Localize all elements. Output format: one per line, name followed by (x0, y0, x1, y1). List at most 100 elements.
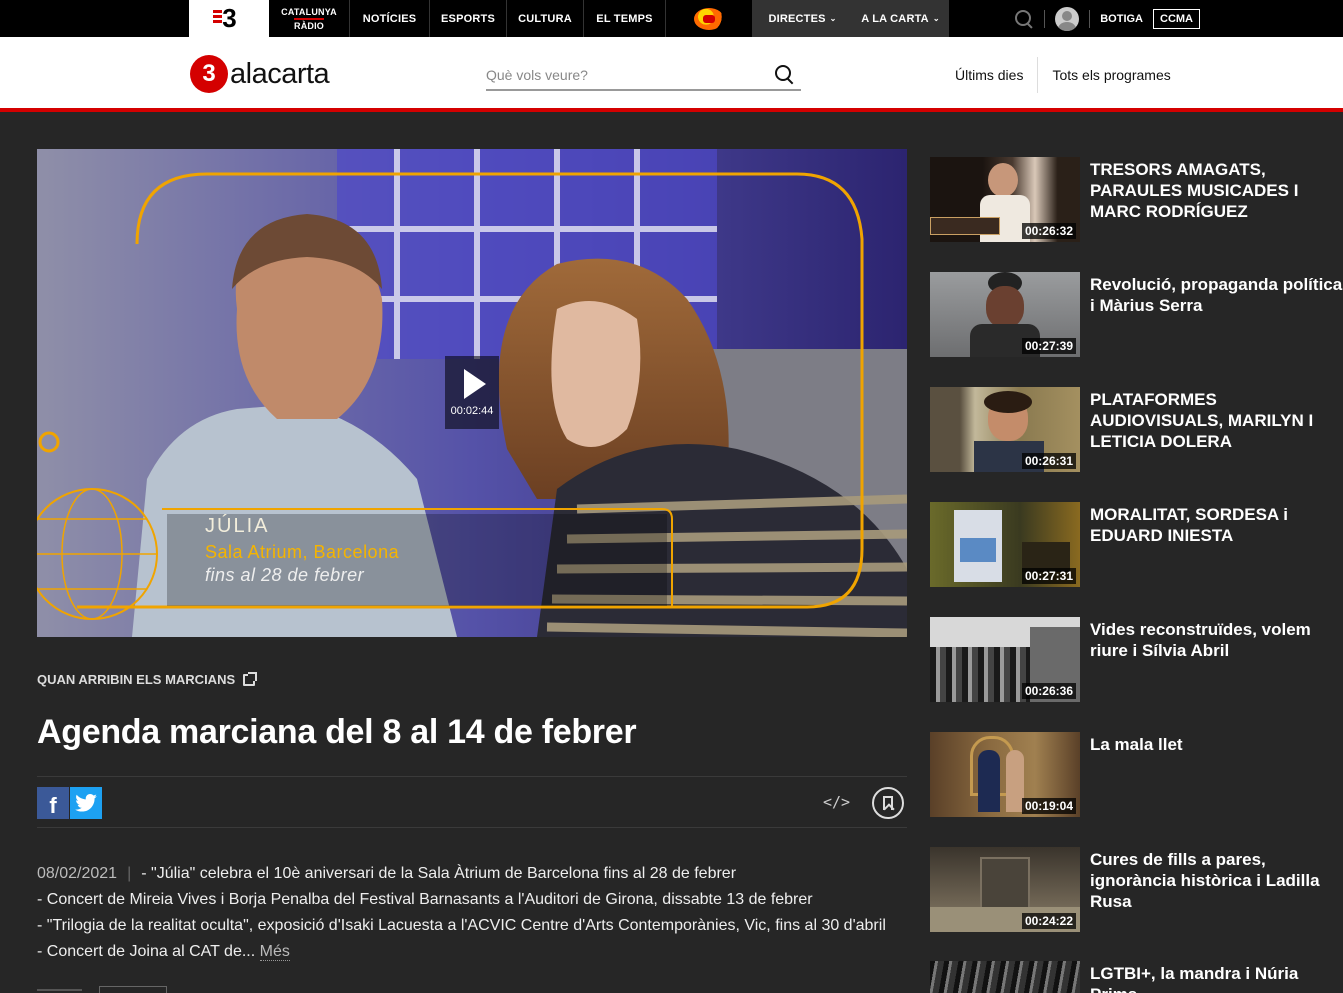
overlay-dates: fins al 28 de febrer (205, 565, 365, 585)
user-avatar-icon[interactable] (1055, 6, 1080, 31)
tags-label-placeholder (37, 989, 82, 991)
chevron-down-icon: ⌄ (932, 14, 940, 23)
alacarta-logo-text: alacarta (230, 57, 330, 90)
related-video-item[interactable]: 00:19:04 La mala llet (930, 732, 1343, 817)
related-video-title: PLATAFORMES AUDIOVISUALS, MARILYN I LETI… (1090, 390, 1314, 451)
a-la-carta-label: A LA CARTA (861, 12, 929, 25)
related-video-title: Vides reconstruïdes, volem riure i Sílvi… (1090, 620, 1311, 660)
tv3-logo-bars (213, 10, 222, 25)
divider (1044, 9, 1046, 28)
alacarta-logo-circle: 3 (190, 55, 228, 93)
search-icon[interactable] (775, 65, 795, 85)
related-video-item[interactable]: 00:26:32 TRESORS AMAGATS, PARAULES MUSIC… (930, 157, 1343, 242)
thumbnail-duration: 00:26:31 (1021, 453, 1076, 469)
nav-tots-els-programes[interactable]: Tots els programes (1052, 67, 1170, 83)
related-video-title: LGTBI+, la mandra i Núria Prims (1090, 964, 1299, 993)
embed-code-button[interactable]: </> (823, 793, 850, 811)
catalunya-radio-link[interactable]: CATALUNYA RÀDIO (269, 0, 350, 37)
video-thumbnail: 00:26:36 (930, 617, 1080, 702)
overlay-place: Sala Atrium, Barcelona (205, 542, 400, 562)
thumbnail-duration: 00:26:32 (1021, 223, 1076, 239)
related-video-title: La mala llet (1090, 735, 1183, 754)
related-video-title: Cures de fills a pares, ignorància histò… (1090, 850, 1320, 911)
tv3-logo-number: 3 (222, 3, 237, 33)
radio-label-top: CATALUNYA (281, 6, 337, 17)
divider (1089, 9, 1091, 28)
play-button[interactable]: 00:02:44 (445, 356, 499, 429)
description-line: 08/02/2021 | - "Júlia" celebra el 10è aniv… (37, 861, 907, 887)
divider (1037, 57, 1039, 93)
thumbnail-duration: 00:26:36 (1021, 683, 1076, 699)
thumbnail-duration: 00:27:31 (1021, 568, 1076, 584)
botiga-link[interactable]: BOTIGA (1100, 13, 1143, 25)
description-line: - Concert de Mireia Vives i Borja Penalb… (37, 891, 813, 908)
super3-logo-icon (694, 7, 724, 30)
facebook-share-button[interactable]: f (37, 787, 69, 819)
program-name: QUAN ARRIBIN ELS MARCIANS (37, 672, 236, 687)
video-title: Agenda marciana del 8 al 14 de febrer (37, 713, 637, 751)
ccma-link[interactable]: CCMA (1153, 8, 1200, 29)
search-icon[interactable] (1014, 9, 1034, 29)
alacarta-logo[interactable]: 3 alacarta (190, 55, 330, 93)
thumbnail-duration: 00:24:22 (1021, 913, 1076, 929)
related-video-title: TRESORS AMAGATS, PARAULES MUSICADES I MA… (1090, 160, 1299, 221)
related-video-item[interactable]: 00:24:22 Cures de fills a pares, ignoràn… (930, 847, 1343, 932)
directes-label: DIRECTES (768, 12, 826, 25)
top-navigation-bar: 3 CATALUNYA RÀDIO NOTÍCIES ESPORTS CULTU… (0, 0, 1343, 37)
video-thumbnail: 00:27:31 (930, 502, 1080, 587)
related-video-item[interactable]: 00:26:31 PLATAFORMES AUDIOVISUALS, MARIL… (930, 387, 1343, 472)
search-box (486, 61, 801, 91)
nav-directes[interactable]: DIRECTES ⌄ (753, 0, 853, 37)
nav-esports[interactable]: ESPORTS (430, 0, 507, 37)
video-player[interactable]: JÚLIA Sala Atrium, Barcelona fins al 28 … (37, 149, 907, 637)
related-video-item[interactable]: LGTBI+, la mandra i Núria Prims (930, 961, 1343, 993)
chevron-down-icon: ⌄ (829, 14, 837, 23)
radio-label-bottom: RÀDIO (294, 17, 324, 31)
divider: | (127, 865, 132, 882)
nav-a-la-carta[interactable]: A LA CARTA ⌄ (853, 0, 949, 37)
twitter-share-button[interactable] (70, 787, 102, 819)
related-video-title: MORALITAT, SORDESA i EDUARD INIESTA (1090, 505, 1289, 545)
tag-chip[interactable] (99, 986, 167, 993)
video-duration: 00:02:44 (450, 404, 494, 417)
program-link[interactable]: QUAN ARRIBIN ELS MARCIANS (37, 671, 258, 687)
description-line: - Concert de Joina al CAT de... Més (37, 939, 907, 965)
overlay-name: JÚLIA (205, 515, 270, 537)
related-video-item[interactable]: 00:27:39 Revolució, propaganda política … (930, 272, 1343, 357)
video-thumbnail: 00:26:31 (930, 387, 1080, 472)
description-text: - "Júlia" celebra el 10è aniversari de l… (141, 865, 737, 882)
video-thumbnail (930, 961, 1080, 993)
play-icon (464, 368, 486, 399)
search-input[interactable] (486, 67, 766, 83)
alacarta-header: 3 alacarta Últims dies Tots els programe… (0, 37, 1343, 112)
top-right-tools: BOTIGA CCMA (1014, 0, 1200, 37)
video-thumbnail: 00:19:04 (930, 732, 1080, 817)
top-nav-links: CATALUNYA RÀDIO NOTÍCIES ESPORTS CULTURA… (269, 0, 949, 37)
bookmark-button[interactable] (872, 787, 904, 819)
video-thumbnail: 00:26:32 (930, 157, 1080, 242)
video-thumbnail: 00:27:39 (930, 272, 1080, 357)
publish-date: 08/02/2021 (37, 865, 118, 882)
tv3-logo[interactable]: 3 (189, 0, 269, 37)
description-line: - "Trilogia de la realitat oculta", expo… (37, 917, 886, 934)
more-link[interactable]: Més (259, 943, 290, 961)
bookmark-icon (883, 796, 893, 810)
tags-row (37, 986, 207, 993)
super3-link[interactable] (666, 0, 753, 37)
nav-el-temps[interactable]: EL TEMPS (584, 0, 666, 37)
video-overlay-caption: JÚLIA Sala Atrium, Barcelona fins al 28 … (205, 515, 399, 586)
facebook-icon: f (49, 793, 57, 818)
related-video-item[interactable]: 00:27:31 MORALITAT, SORDESA i EDUARD INI… (930, 502, 1343, 587)
nav-cultura[interactable]: CULTURA (507, 0, 584, 37)
description-text: - Concert de Joina al CAT de... (37, 943, 256, 960)
header-nav: Últims dies Tots els programes (955, 57, 1171, 93)
nav-ultims-dies[interactable]: Últims dies (955, 67, 1023, 83)
related-video-title: Revolució, propaganda política i Màrius … (1090, 275, 1343, 315)
thumbnail-duration: 00:27:39 (1021, 338, 1076, 354)
video-description: 08/02/2021 | - "Júlia" celebra el 10è aniv… (37, 861, 907, 965)
twitter-icon (75, 794, 97, 812)
nav-noticies[interactable]: NOTÍCIES (350, 0, 430, 37)
related-video-item[interactable]: 00:26:36 Vides reconstruïdes, volem riur… (930, 617, 1343, 702)
video-thumbnail: 00:24:22 (930, 847, 1080, 932)
thumbnail-duration: 00:19:04 (1021, 798, 1076, 814)
